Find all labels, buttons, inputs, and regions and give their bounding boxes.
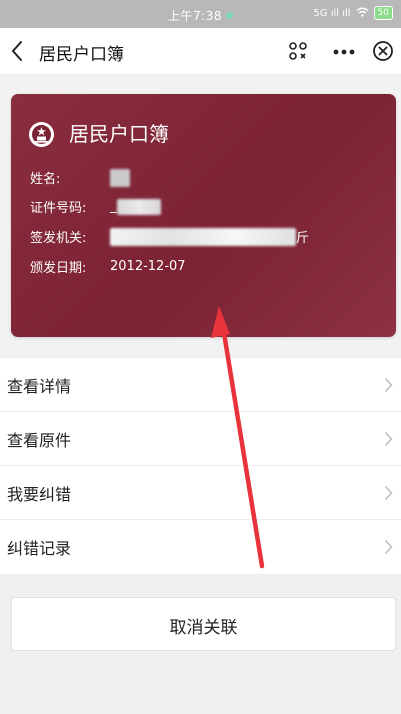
field-issuing-authority-label: 签发机关: [30,231,87,246]
action-menu: 查看详情 查看原件 我要纠错 纠错记录 [0,358,401,574]
chevron-right-icon [384,485,393,501]
wifi-icon [356,7,369,20]
back-arrow-icon[interactable] [8,39,28,63]
navigation-bar: 居民户口簿 [0,28,401,74]
menu-item-view-original[interactable]: 查看原件 [0,412,401,466]
signal-icon: 5G ıll ıll [313,7,351,19]
id-number-redacted-blur [116,198,161,215]
card-title: 居民户口簿 [69,122,169,146]
household-register-card[interactable]: 居民户口簿 姓名: 证件号码: _ 签发机关: 斤 颁发日期: 2012-12-… [11,94,396,337]
field-issue-date-value: 2012-12-07 [110,259,186,274]
card-area: 居民户口簿 姓名: 证件号码: _ 签发机关: 斤 颁发日期: 2012-12-… [0,74,401,358]
notification-dot-icon [225,12,233,19]
field-name-label: 姓名: [30,172,61,187]
field-id-number-value: _ [110,199,117,214]
status-bar: 上午7:38 5G ıll ıll 50 [0,0,401,28]
more-options-icon[interactable] [333,49,355,55]
close-icon[interactable] [372,40,394,62]
chevron-right-icon [384,539,393,555]
field-id-number-label: 证件号码: [30,201,87,216]
menu-item-label: 我要纠错 [7,485,72,504]
field-name: 姓名: [30,168,130,187]
menu-item-label: 纠错记录 [7,539,72,558]
menu-item-correction-records[interactable]: 纠错记录 [0,520,401,574]
menu-item-label: 查看详情 [7,377,72,396]
unlink-button-label: 取消关联 [169,618,238,638]
national-emblem-icon [29,122,54,147]
unlink-button[interactable]: 取消关联 [11,597,396,651]
issuing-authority-redacted-blur [110,227,296,246]
status-indicators: 5G ıll ıll 50 [313,6,393,20]
chevron-right-icon [384,431,393,447]
battery-icon: 50 [373,6,393,20]
field-issuing-authority-value: 斤 [296,231,310,246]
name-redacted-blur [110,168,130,187]
page-title: 居民户口簿 [39,45,124,65]
field-issue-date-label: 颁发日期: [30,261,87,276]
menu-item-report-error[interactable]: 我要纠错 [0,466,401,520]
menu-item-view-details[interactable]: 查看详情 [0,358,401,412]
field-id-number: 证件号码: _ [30,197,161,216]
chevron-right-icon [384,377,393,393]
scan-icon[interactable] [288,41,308,61]
field-issuing-authority: 签发机关: 斤 [30,227,309,246]
field-issue-date: 颁发日期: 2012-12-07 [30,257,186,276]
menu-item-label: 查看原件 [7,431,72,450]
